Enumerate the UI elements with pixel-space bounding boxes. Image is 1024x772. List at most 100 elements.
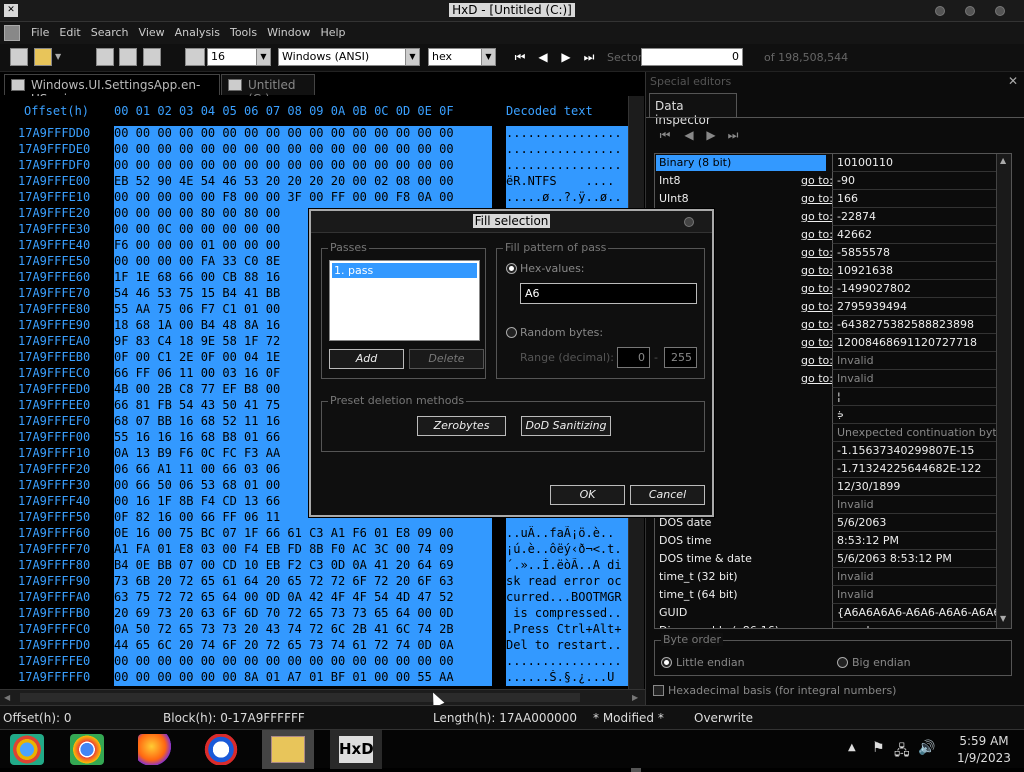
- tab-data-inspector[interactable]: Data inspector: [649, 93, 737, 127]
- inspector-value[interactable]: 10921638: [832, 262, 997, 280]
- open-folder-icon[interactable]: [34, 48, 52, 66]
- inspector-row[interactable]: Int8 go to: -90: [655, 172, 997, 190]
- row-decoded[interactable]: sk read error oc: [506, 574, 628, 590]
- inspector-value[interactable]: 166: [832, 190, 997, 208]
- goto-link[interactable]: go to:: [793, 318, 833, 331]
- scroll-right-icon[interactable]: ▶: [632, 693, 638, 702]
- random-bytes-radio[interactable]: [506, 327, 517, 338]
- row-bytes[interactable]: 00 00 00 00 00 F8 00 00 3F 00 FF 00 00 F…: [114, 190, 492, 206]
- row-decoded[interactable]: ......Š.§.¿...U: [506, 670, 628, 686]
- columns-icon[interactable]: [185, 48, 205, 66]
- hex-row[interactable]: 17A9FFFE10 00 00 00 00 00 F8 00 00 3F 00 …: [0, 190, 628, 206]
- inspector-value[interactable]: 42662: [832, 226, 997, 244]
- row-decoded[interactable]: ..uÄ..faÃ¡ö.è..: [506, 526, 628, 542]
- inspector-value[interactable]: 5/6/2063 8:53:12 PM: [832, 550, 997, 568]
- scroll-down-icon[interactable]: ▼: [1000, 614, 1006, 623]
- inspector-row[interactable]: DOS time 8:53:12 PM: [655, 532, 997, 550]
- row-bytes[interactable]: A1 FA 01 E8 03 00 F4 EB FD 8B F0 AC 3C 0…: [114, 542, 492, 558]
- row-decoded[interactable]: curred...BOOTMGR: [506, 590, 628, 606]
- dod-sanitizing-button[interactable]: DoD Sanitizing: [521, 416, 611, 436]
- clock-date[interactable]: 1/9/2023: [954, 751, 1014, 765]
- inspector-row[interactable]: Disassembly (x86-16) cmpsb: [655, 622, 997, 628]
- inspector-value[interactable]: Invalid: [832, 568, 997, 586]
- list-item[interactable]: 1. pass: [332, 263, 477, 278]
- inspector-row[interactable]: DOS time & date 5/6/2063 8:53:12 PM: [655, 550, 997, 568]
- tab-untitled[interactable]: Untitled (C:): [221, 74, 315, 106]
- row-bytes[interactable]: 63 75 72 72 65 64 00 0D 0A 42 4F 4F 54 4…: [114, 590, 492, 606]
- inspector-prev-icon[interactable]: ◀: [682, 128, 696, 142]
- row-bytes[interactable]: EB 52 90 4E 54 46 53 20 20 20 20 00 02 0…: [114, 174, 492, 190]
- goto-link[interactable]: go to:: [793, 228, 833, 241]
- inspector-value[interactable]: Invalid: [832, 352, 997, 370]
- document-icon[interactable]: [4, 25, 20, 41]
- delete-button[interactable]: Delete: [409, 349, 484, 369]
- menu-analysis[interactable]: Analysis: [170, 22, 225, 43]
- row-bytes[interactable]: 00 00 00 00 00 00 00 00 00 00 00 00 00 0…: [114, 654, 492, 670]
- row-decoded[interactable]: ................: [506, 158, 628, 174]
- cancel-button[interactable]: Cancel: [630, 485, 705, 505]
- close-button[interactable]: [995, 6, 1005, 16]
- little-endian-radio[interactable]: [661, 657, 672, 668]
- goto-link[interactable]: go to:: [793, 372, 833, 385]
- ok-button[interactable]: OK: [550, 485, 625, 505]
- range-from-input[interactable]: 0: [617, 347, 650, 368]
- zerobytes-button[interactable]: Zerobytes: [417, 416, 506, 436]
- flag-icon[interactable]: ⚑: [872, 740, 885, 756]
- first-sector-icon[interactable]: ⏮: [513, 50, 527, 64]
- inspector-value[interactable]: Unexpected continuation byte: [832, 424, 997, 442]
- save-icon[interactable]: [96, 48, 114, 66]
- hex-row[interactable]: 17A9FFFFF0 00 00 00 00 00 00 8A 01 A7 01 …: [0, 670, 628, 686]
- goto-link[interactable]: go to:: [793, 210, 833, 223]
- opera-icon[interactable]: [204, 734, 238, 765]
- dialog-close-button[interactable]: [684, 217, 694, 227]
- row-decoded[interactable]: ................: [506, 654, 628, 670]
- row-bytes[interactable]: 44 65 6C 20 74 6F 20 72 65 73 74 61 72 7…: [114, 638, 492, 654]
- chrome-icon[interactable]: [70, 734, 104, 765]
- menu-file[interactable]: File: [26, 22, 54, 43]
- inspector-next-icon[interactable]: ▶: [704, 128, 718, 142]
- goto-link[interactable]: go to:: [793, 174, 833, 187]
- row-decoded[interactable]: .....ø..?.ÿ..ø..: [506, 190, 628, 206]
- inspector-value[interactable]: 12/30/1899: [832, 478, 997, 496]
- inspector-value[interactable]: ¦: [832, 388, 997, 406]
- tab-settings-pri[interactable]: Windows.UI.SettingsApp.en-US.pri: [4, 74, 220, 106]
- display-mode-select[interactable]: hex ▼: [428, 48, 496, 66]
- scroll-left-icon[interactable]: ◀: [4, 693, 10, 702]
- panel-close-icon[interactable]: ✕: [1008, 74, 1018, 88]
- inspector-value[interactable]: Invalid: [832, 496, 997, 514]
- bytes-per-row-select[interactable]: 16 ▼: [207, 48, 271, 66]
- row-decoded[interactable]: ëR.NTFS ....: [506, 174, 628, 190]
- row-decoded[interactable]: ................: [506, 142, 628, 158]
- row-bytes[interactable]: B4 0E BB 07 00 CD 10 EB F2 C3 0D 0A 41 2…: [114, 558, 492, 574]
- row-bytes[interactable]: 00 00 00 00 00 00 00 00 00 00 00 00 00 0…: [114, 126, 492, 142]
- hxd-taskbar-active[interactable]: HxD: [330, 730, 382, 769]
- row-bytes[interactable]: 0A 50 72 65 73 73 20 43 74 72 6C 2B 41 6…: [114, 622, 492, 638]
- hex-row[interactable]: 17A9FFFDF0 00 00 00 00 00 00 00 00 00 00 …: [0, 158, 628, 174]
- minimize-button[interactable]: [935, 6, 945, 16]
- row-bytes[interactable]: 00 00 00 00 00 00 00 00 00 00 00 00 00 0…: [114, 142, 492, 158]
- inspector-value[interactable]: -90: [832, 172, 997, 190]
- hex-row[interactable]: 17A9FFFFA0 63 75 72 72 65 64 00 0D 0A 42 …: [0, 590, 628, 606]
- prev-sector-icon[interactable]: ◀: [536, 50, 550, 64]
- inspector-value[interactable]: ꚦ: [832, 406, 997, 424]
- inspector-value[interactable]: 12008468691120727718: [832, 334, 997, 352]
- inspector-row[interactable]: Binary (8 bit) 10100110: [655, 154, 997, 172]
- menu-tools[interactable]: Tools: [225, 22, 262, 43]
- hex-row[interactable]: 17A9FFFF80 B4 0E BB 07 00 CD 10 EB F2 C3 …: [0, 558, 628, 574]
- inspector-value[interactable]: Invalid: [832, 586, 997, 604]
- goto-link[interactable]: go to:: [793, 300, 833, 313]
- hex-row[interactable]: 17A9FFFDE0 00 00 00 00 00 00 00 00 00 00 …: [0, 142, 628, 158]
- inspector-value[interactable]: -5855578: [832, 244, 997, 262]
- inspector-value[interactable]: 2795939494: [832, 298, 997, 316]
- menu-view[interactable]: View: [134, 22, 170, 43]
- inspector-value[interactable]: {A6A6A6A6-A6A6-A6A6-A6A6-A6A: [832, 604, 997, 622]
- hex-row[interactable]: 17A9FFFFE0 00 00 00 00 00 00 00 00 00 00 …: [0, 654, 628, 670]
- row-bytes[interactable]: 73 6B 20 72 65 61 64 20 65 72 72 6F 72 2…: [114, 574, 492, 590]
- chevron-down-icon[interactable]: ▼: [55, 52, 61, 61]
- hex-row[interactable]: 17A9FFFDD0 00 00 00 00 00 00 00 00 00 00 …: [0, 126, 628, 142]
- goto-link[interactable]: go to:: [793, 354, 833, 367]
- print-icon[interactable]: [143, 48, 161, 66]
- big-endian-radio[interactable]: [837, 657, 848, 668]
- inspector-row[interactable]: time_t (64 bit) Invalid: [655, 586, 997, 604]
- network-icon[interactable]: 🖧: [894, 740, 910, 764]
